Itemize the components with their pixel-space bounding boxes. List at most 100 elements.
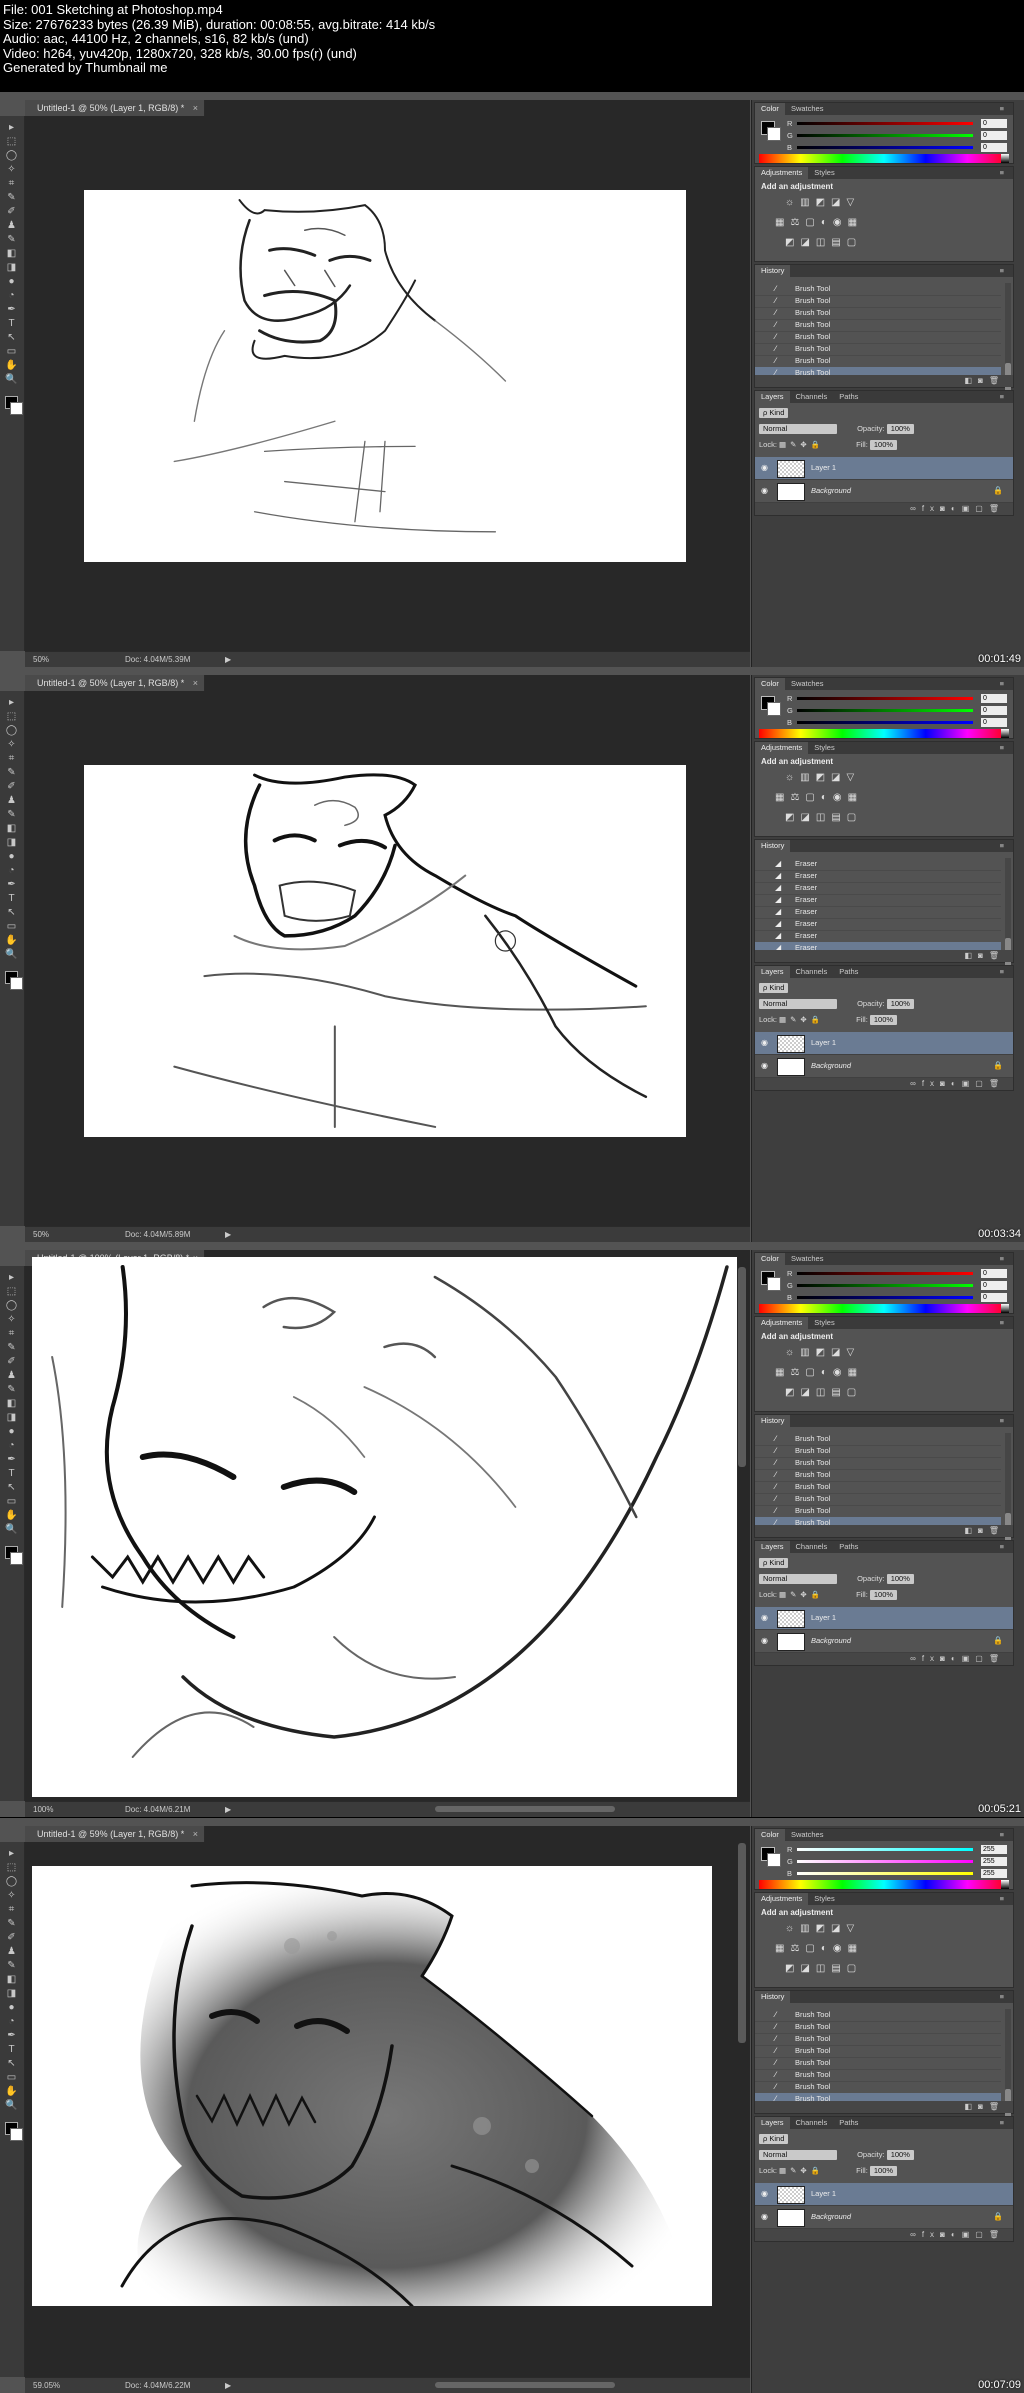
color-slider[interactable]: [797, 146, 973, 149]
background-color-swatch[interactable]: [10, 1552, 23, 1565]
layer-filter-select[interactable]: ρ Kind: [759, 408, 789, 418]
tab-styles[interactable]: Styles: [808, 1317, 840, 1329]
layer-row-background[interactable]: ◉ Background 🔒: [755, 1630, 1013, 1653]
tool-icon[interactable]: ✋: [5, 1510, 18, 1521]
adjustment-icons-row[interactable]: ◩◪◫▤▢: [785, 1963, 862, 1974]
color-spectrum[interactable]: [759, 729, 1009, 738]
blend-mode-select[interactable]: Normal: [759, 2150, 837, 2160]
history-footer-icons[interactable]: ◧◙🗑: [755, 2101, 1013, 2113]
tool-icon[interactable]: ♟: [5, 1370, 18, 1381]
canvas-artwork[interactable]: [84, 190, 686, 562]
tool-icon[interactable]: ✒: [5, 304, 18, 315]
visibility-eye-icon[interactable]: ◉: [761, 457, 768, 479]
adjustment-icons-row[interactable]: ◩◪◫▤▢: [785, 237, 862, 248]
color-value-input[interactable]: 0: [981, 1269, 1007, 1278]
document-tab[interactable]: Untitled-1 @ 50% (Layer 1, RGB/8) * ×: [25, 100, 205, 116]
tool-icon[interactable]: ▸: [5, 697, 18, 708]
tool-icon[interactable]: ✎: [5, 1918, 18, 1929]
layers-footer-icons[interactable]: ∞fx◙◐▣▢🗑: [755, 2229, 1013, 2241]
panel-menu-icon[interactable]: ≡: [994, 1317, 1010, 1329]
color-slider[interactable]: [797, 709, 973, 712]
layers-footer-icons[interactable]: ∞fx◙◐▣▢🗑: [755, 1653, 1013, 1665]
tool-icon[interactable]: 🔍: [5, 949, 18, 960]
color-value-input[interactable]: 255: [981, 1845, 1007, 1854]
tool-icon[interactable]: ⌗: [5, 753, 18, 764]
tool-icon[interactable]: T: [5, 1468, 18, 1479]
color-slider-row[interactable]: B 0: [787, 718, 1007, 728]
lock-icons[interactable]: ▦✎✥🔒: [779, 440, 824, 449]
tool-icon[interactable]: ◨: [5, 1412, 18, 1423]
color-slider[interactable]: [797, 134, 973, 137]
tab-layers[interactable]: Layers: [755, 2117, 790, 2129]
tool-icon[interactable]: ✐: [5, 1356, 18, 1367]
color-slider[interactable]: [797, 721, 973, 724]
visibility-eye-icon[interactable]: ◉: [761, 2206, 768, 2228]
background-color-chip[interactable]: [767, 1853, 781, 1867]
tab-channels[interactable]: Channels: [790, 391, 834, 403]
vertical-scrollbar[interactable]: [738, 1843, 746, 2043]
color-slider-row[interactable]: B 255: [787, 1869, 1007, 1879]
adjustment-icons-row[interactable]: ◩◪◫▤▢: [785, 812, 862, 823]
tool-icon[interactable]: ◯: [5, 1300, 18, 1311]
tool-icon[interactable]: ✧: [5, 739, 18, 750]
tab-channels[interactable]: Channels: [790, 966, 834, 978]
color-slider[interactable]: [797, 1860, 973, 1863]
tool-icon[interactable]: ⌗: [5, 1328, 18, 1339]
layer-filter-select[interactable]: ρ Kind: [759, 1558, 789, 1568]
tool-icon[interactable]: ✋: [5, 360, 18, 371]
tool-icon[interactable]: ♟: [5, 1946, 18, 1957]
tool-icon[interactable]: ✒: [5, 879, 18, 890]
color-value-input[interactable]: 0: [981, 1281, 1007, 1290]
tool-icon[interactable]: ✧: [5, 1314, 18, 1325]
color-spectrum[interactable]: [759, 1880, 1009, 1889]
tool-icon[interactable]: ▸: [5, 1848, 18, 1859]
tool-icon[interactable]: ◔: [5, 2016, 18, 2027]
close-tab-icon[interactable]: ×: [193, 675, 198, 691]
color-value-input[interactable]: 0: [981, 143, 1007, 152]
tab-layers[interactable]: Layers: [755, 966, 790, 978]
adjustment-icons-row[interactable]: ▦⚖▢◐◉▦: [775, 217, 863, 228]
tool-icon[interactable]: ▭: [5, 2072, 18, 2083]
close-tab-icon[interactable]: ×: [193, 1826, 198, 1842]
tool-icon[interactable]: T: [5, 2044, 18, 2055]
tool-icon[interactable]: ↖: [5, 2058, 18, 2069]
panel-menu-icon[interactable]: ≡: [994, 678, 1010, 690]
zoom-level[interactable]: 50%: [33, 1227, 49, 1242]
adjustment-icons-row[interactable]: ◩◪◫▤▢: [785, 1387, 862, 1398]
tool-icon[interactable]: ✒: [5, 2030, 18, 2041]
panel-menu-icon[interactable]: ≡: [994, 391, 1010, 403]
panel-menu-icon[interactable]: ≡: [994, 742, 1010, 754]
tool-icon[interactable]: ◧: [5, 823, 18, 834]
tab-layers[interactable]: Layers: [755, 391, 790, 403]
tab-adjustments[interactable]: Adjustments: [755, 167, 809, 179]
document-tab[interactable]: Untitled-1 @ 50% (Layer 1, RGB/8) * ×: [25, 675, 205, 691]
color-value-input[interactable]: 255: [981, 1869, 1007, 1878]
color-slider[interactable]: [797, 1872, 973, 1875]
tool-icon[interactable]: ◨: [5, 837, 18, 848]
layer-row-background[interactable]: ◉ Background 🔒: [755, 480, 1013, 503]
tab-color[interactable]: Color: [755, 678, 785, 690]
tool-icon[interactable]: ◧: [5, 248, 18, 259]
lock-icons[interactable]: ▦✎✥🔒: [779, 2166, 824, 2175]
tool-icon[interactable]: ●: [5, 2002, 18, 2013]
blend-mode-select[interactable]: Normal: [759, 424, 837, 434]
layer-row-layer-1[interactable]: ◉ Layer 1: [755, 457, 1013, 480]
tool-icon[interactable]: ↖: [5, 332, 18, 343]
layers-footer-icons[interactable]: ∞fx◙◐▣▢🗑: [755, 1078, 1013, 1090]
visibility-eye-icon[interactable]: ◉: [761, 480, 768, 502]
tab-paths[interactable]: Paths: [833, 966, 864, 978]
close-tab-icon[interactable]: ×: [193, 100, 198, 116]
layer-row-layer-1[interactable]: ◉ Layer 1: [755, 2183, 1013, 2206]
tool-icon[interactable]: ✎: [5, 1960, 18, 1971]
tab-color[interactable]: Color: [755, 103, 785, 115]
panel-menu-icon[interactable]: ≡: [994, 1829, 1010, 1841]
layer-row-background[interactable]: ◉ Background 🔒: [755, 2206, 1013, 2229]
fill-input[interactable]: 100%: [869, 440, 898, 450]
tab-swatches[interactable]: Swatches: [785, 678, 830, 690]
tool-icon[interactable]: 🔍: [5, 2100, 18, 2111]
tab-paths[interactable]: Paths: [833, 2117, 864, 2129]
tool-icon[interactable]: ✎: [5, 809, 18, 820]
tool-icon[interactable]: ●: [5, 851, 18, 862]
tab-swatches[interactable]: Swatches: [785, 1253, 830, 1265]
background-color-chip[interactable]: [767, 1277, 781, 1291]
